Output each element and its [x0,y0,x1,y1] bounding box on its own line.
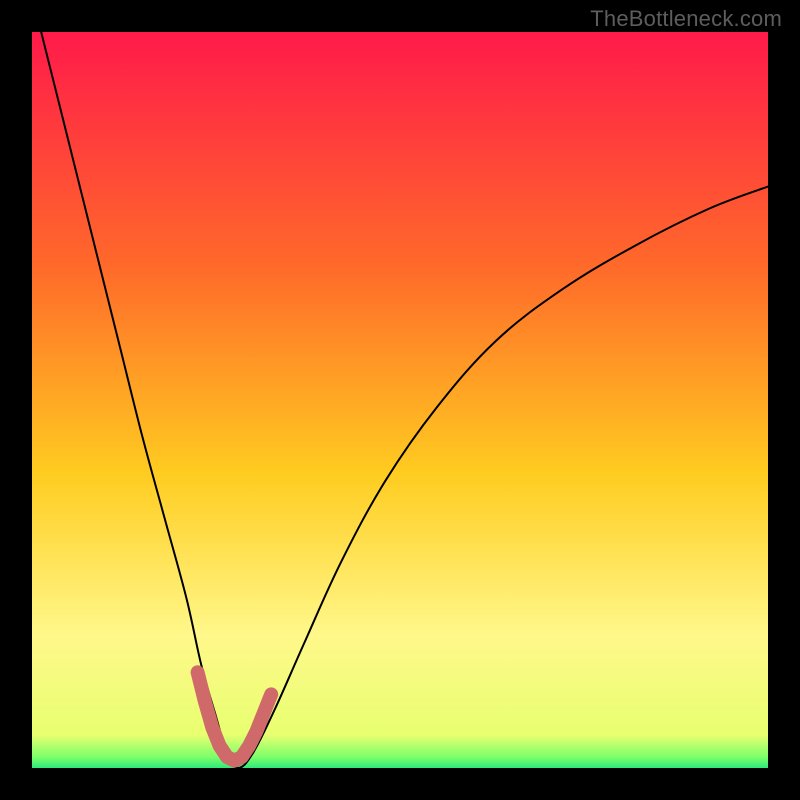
bottleneck-chart [0,0,800,800]
watermark-text: TheBottleneck.com [590,6,782,32]
chart-frame: { "watermark": "TheBottleneck.com", "col… [0,0,800,800]
plot-background [32,32,768,768]
